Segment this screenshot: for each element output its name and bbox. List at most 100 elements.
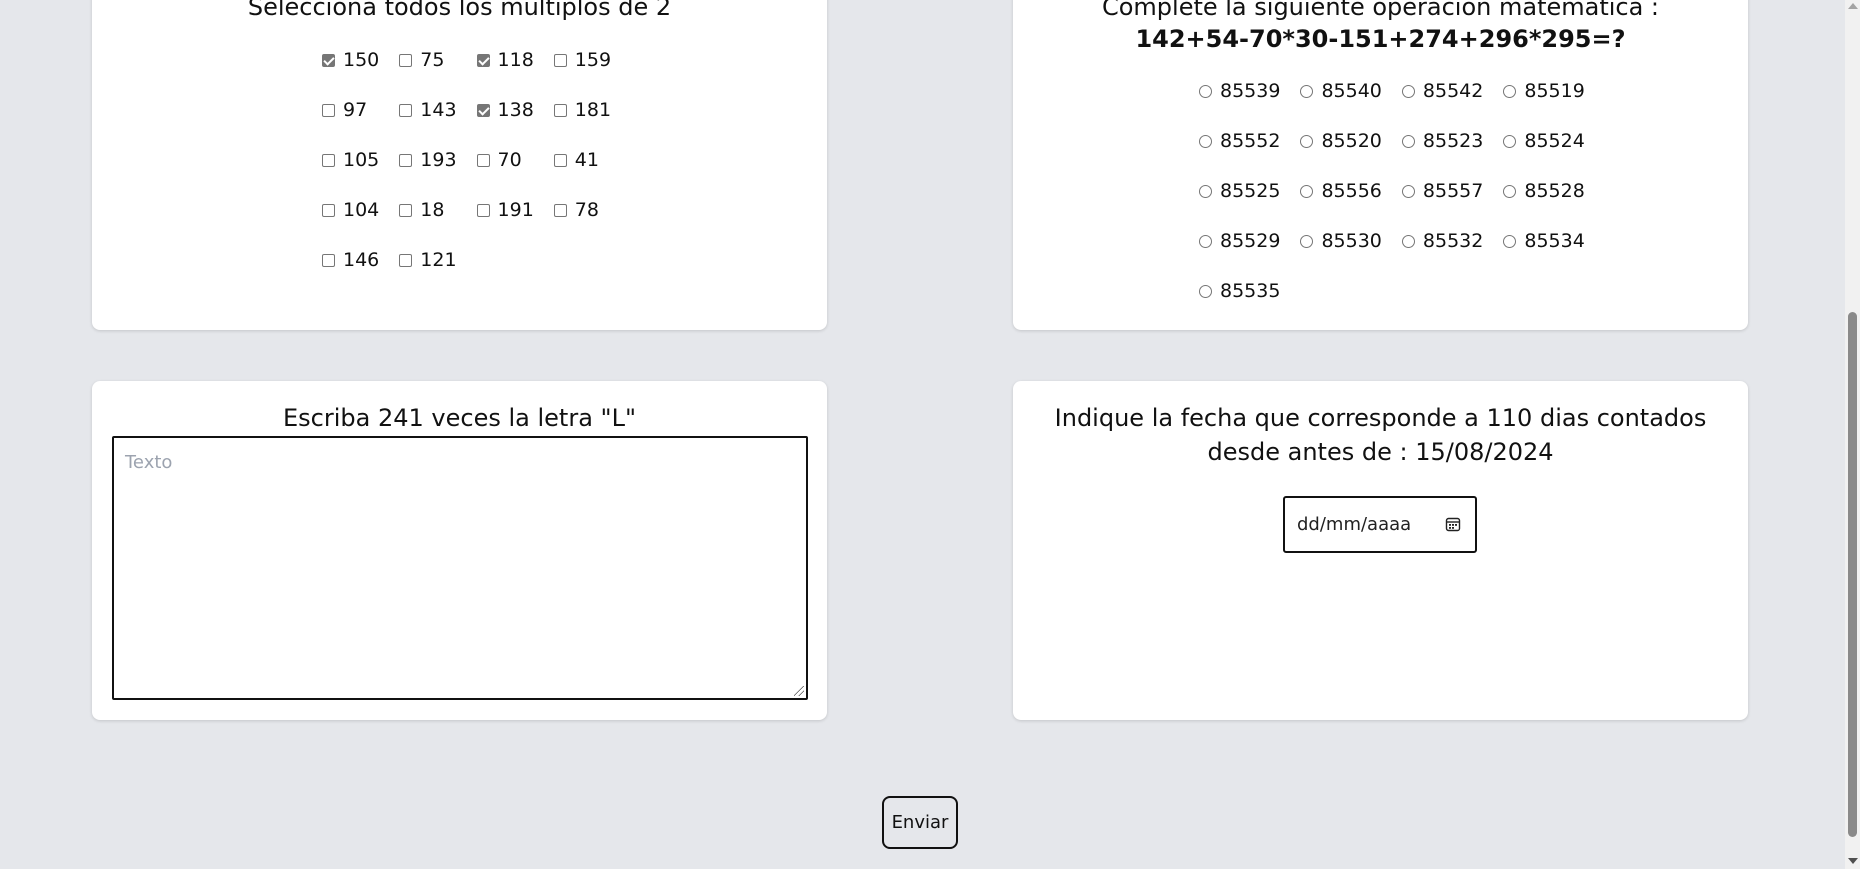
radio-button[interactable] [1199,284,1212,298]
math-option[interactable]: 85528 [1503,177,1585,205]
radio-button[interactable] [1300,134,1314,148]
option-label: 191 [497,199,534,221]
radio-button[interactable] [1503,134,1517,148]
math-option[interactable]: 85520 [1300,127,1382,155]
option-label: 97 [343,99,368,121]
multiple-option[interactable]: 146 [322,246,379,274]
multiple-option[interactable]: 138 [476,96,534,124]
multiple-option[interactable]: 70 [476,146,534,174]
math-option[interactable]: 85552 [1199,127,1280,155]
radio-button[interactable] [1199,134,1212,148]
multiple-option[interactable]: 18 [399,196,456,224]
checkbox[interactable] [322,103,335,117]
checkbox[interactable] [399,53,413,67]
option-label: 18 [420,199,445,221]
math-option[interactable]: 85557 [1401,177,1483,205]
multiple-option[interactable]: 97 [322,96,379,124]
checkbox[interactable] [553,103,567,117]
radio-button[interactable] [1199,234,1212,248]
checkbox[interactable] [322,53,335,67]
radio-button[interactable] [1300,84,1314,98]
text-input[interactable]: Texto [112,436,808,700]
multiple-option[interactable]: 143 [399,96,457,124]
checkbox[interactable] [553,53,567,67]
math-option[interactable]: 85529 [1199,227,1280,255]
option-label: 85542 [1422,80,1484,102]
option-label: 75 [420,49,445,71]
checkbox[interactable] [399,253,413,267]
scrollbar[interactable] [1845,0,1860,869]
checkbox[interactable] [322,253,335,267]
option-label: 143 [420,99,457,121]
multiple-option[interactable]: 159 [553,46,611,74]
radio-button[interactable] [1401,184,1415,198]
math-option[interactable]: 85542 [1401,77,1484,105]
checkbox[interactable] [476,103,490,117]
scroll-thumb[interactable] [1848,312,1857,837]
multiple-option[interactable]: 121 [399,246,457,274]
checkbox[interactable] [399,203,413,217]
math-option[interactable]: 85535 [1199,277,1280,305]
multiple-option[interactable]: 78 [553,196,611,224]
radio-button[interactable] [1401,234,1415,248]
math-option[interactable]: 85540 [1300,77,1382,105]
date-card: Indique la fecha que corresponde a 110 d… [1013,381,1748,720]
multiple-option[interactable]: 104 [322,196,379,224]
checkbox[interactable] [476,153,490,167]
radio-button[interactable] [1401,134,1415,148]
multiple-option[interactable]: 150 [322,46,379,74]
multiples-question: Selecciona todos los múltiplos de 2 [247,0,672,21]
multiple-option[interactable]: 75 [399,46,456,74]
checkbox[interactable] [322,203,335,217]
resize-grip-icon[interactable] [794,686,804,696]
checkbox[interactable] [476,203,490,217]
math-option[interactable]: 85525 [1199,177,1280,205]
checkbox[interactable] [322,153,335,167]
multiple-option[interactable]: 181 [553,96,611,124]
checkbox[interactable] [553,153,567,167]
math-option[interactable]: 85519 [1503,77,1585,105]
radio-button[interactable] [1199,184,1212,198]
math-option[interactable]: 85539 [1199,77,1280,105]
option-label: 146 [343,249,380,271]
math-option[interactable]: 85524 [1503,127,1585,155]
checkbox[interactable] [476,53,490,67]
submit-button[interactable]: Enviar [882,796,958,849]
math-option[interactable]: 85534 [1503,227,1585,255]
multiple-option[interactable]: 105 [322,146,379,174]
math-question: Complete la siguiente operación matemáti… [1101,0,1660,21]
math-option[interactable]: 85532 [1401,227,1483,255]
option-label: 85523 [1422,130,1484,152]
checkbox[interactable] [399,103,413,117]
multiple-option[interactable]: 193 [399,146,457,174]
option-label: 41 [574,149,599,171]
scroll-up-arrow-icon[interactable] [1848,3,1858,9]
radio-button[interactable] [1300,234,1314,248]
date-input[interactable]: dd/mm/aaaa [1283,496,1477,553]
radio-button[interactable] [1199,84,1212,98]
math-options: 85539 85540 85542 85519 85552 85520 85523 85524… [1199,77,1585,305]
math-option[interactable]: 85530 [1300,227,1382,255]
option-label: 193 [420,149,457,171]
option-label: 85520 [1321,130,1382,152]
checkbox[interactable] [553,203,567,217]
multiple-option[interactable]: 118 [476,46,534,74]
multiple-option[interactable]: 191 [476,196,534,224]
multiples-options: 150 75 118 159 97 143 138 181 105 193 70 41 104 18 191… [322,46,611,274]
radio-button[interactable] [1503,184,1517,198]
calendar-icon[interactable] [1445,516,1461,532]
scroll-down-arrow-icon[interactable] [1848,858,1858,864]
radio-button[interactable] [1401,84,1415,98]
option-label: 85519 [1524,80,1585,102]
checkbox[interactable] [399,153,413,167]
multiples-card: Selecciona todos los múltiplos de 2 150 7… [92,0,827,330]
date-input-placeholder: dd/mm/aaaa [1297,514,1412,535]
math-option[interactable]: 85523 [1401,127,1484,155]
multiple-option[interactable]: 41 [553,146,611,174]
text-question: Escriba 241 veces la letra "L" [283,404,636,432]
math-option[interactable]: 85556 [1300,177,1382,205]
radio-button[interactable] [1300,184,1314,198]
radio-button[interactable] [1503,234,1517,248]
radio-button[interactable] [1503,84,1517,98]
option-label: 118 [497,49,534,71]
